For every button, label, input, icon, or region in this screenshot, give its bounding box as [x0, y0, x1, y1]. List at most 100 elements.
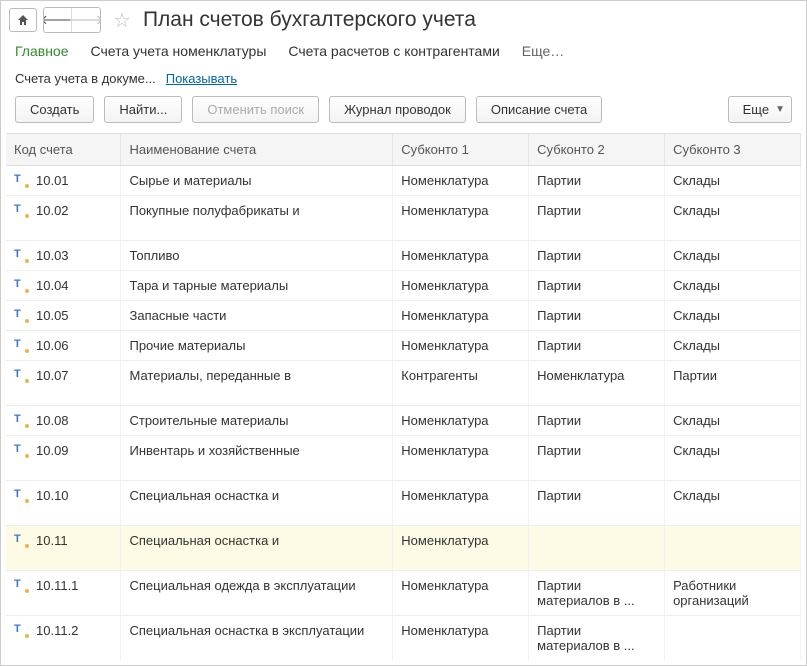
find-button[interactable]: Найти... — [104, 96, 182, 123]
cell-s2: Партии — [529, 301, 665, 331]
account-icon — [14, 534, 28, 548]
table-row[interactable]: 10.03ТопливоНоменклатураПартииСклады — [6, 241, 801, 271]
cell-name: Специальная одежда в эксплуатации — [121, 571, 393, 616]
cell-name: Строительные материалы — [121, 406, 393, 436]
cell-code: 10.05 — [36, 308, 69, 323]
cell-s3: Склады — [665, 196, 801, 241]
cell-s1: Номенклатура — [393, 271, 529, 301]
col-name[interactable]: Наименование счета — [121, 134, 393, 166]
create-button[interactable]: Создать — [15, 96, 94, 123]
cell-code: 10.11.1 — [36, 578, 78, 593]
cell-s2: Партии — [529, 331, 665, 361]
forward-button: 🡒 — [72, 8, 100, 32]
cell-s1: Номенклатура — [393, 571, 529, 616]
cell-code: 10.03 — [36, 248, 69, 263]
journal-button[interactable]: Журнал проводок — [329, 96, 466, 123]
cell-s1: Номенклатура — [393, 616, 529, 661]
cell-s2 — [529, 526, 665, 571]
col-code[interactable]: Код счета — [6, 134, 121, 166]
cell-s1: Номенклатура — [393, 196, 529, 241]
cell-name: Инвентарь и хозяйственные — [121, 436, 393, 481]
cell-s3: Работники организаций — [665, 571, 801, 616]
table-row[interactable]: 10.02 Покупные полуфабрикаты иНоменклатур… — [6, 196, 801, 241]
cell-s1: Номенклатура — [393, 166, 529, 196]
table-row[interactable]: 10.01Сырье и материалыНоменклатураПартии… — [6, 166, 801, 196]
table-row[interactable]: 10.08 Строительные материалыНоменклатураП… — [6, 406, 801, 436]
cell-s2: Партии материалов в ... — [529, 616, 665, 661]
account-icon — [14, 174, 28, 188]
cell-s2: Номенклатура — [529, 361, 665, 406]
cell-s3 — [665, 616, 801, 661]
cell-code: 10.02 — [36, 203, 69, 218]
cell-s3: Партии — [665, 361, 801, 406]
col-s3[interactable]: Субконто 3 — [665, 134, 801, 166]
cell-name: Прочие материалы — [121, 331, 393, 361]
cell-s1: Номенклатура — [393, 331, 529, 361]
table-row[interactable]: 10.07Материалы, переданные вКонтрагентыН… — [6, 361, 801, 406]
table-row[interactable]: 10.05 Запасные частиНоменклатураПартииСкл… — [6, 301, 801, 331]
cell-s1: Номенклатура — [393, 406, 529, 436]
account-icon — [14, 204, 28, 218]
cell-s2: Партии — [529, 271, 665, 301]
description-button[interactable]: Описание счета — [476, 96, 602, 123]
table-row[interactable]: 10.06 Прочие материалыНоменклатураПартииС… — [6, 331, 801, 361]
table-row[interactable]: 10.10Специальная оснастка иНоменклатураП… — [6, 481, 801, 526]
cell-name: Специальная оснастка и — [121, 481, 393, 526]
cell-s2: Партии материалов в ... — [529, 571, 665, 616]
cell-name: Сырье и материалы — [121, 166, 393, 196]
cell-name: Топливо — [121, 241, 393, 271]
cell-s3: Склады — [665, 406, 801, 436]
cell-code: 10.11 — [36, 533, 68, 548]
cell-code: 10.06 — [36, 338, 69, 353]
cell-s3: Склады — [665, 301, 801, 331]
page-title: План счетов бухгалтерского учета — [143, 8, 476, 32]
table-row[interactable]: 10.09Инвентарь и хозяйственныеНоменклату… — [6, 436, 801, 481]
table-row[interactable]: 10.11Специальная оснастка иНоменклатура — [6, 526, 801, 571]
account-icon — [14, 489, 28, 503]
cancel-search-button: Отменить поиск — [192, 96, 319, 123]
table-row[interactable]: 10.04 Тара и тарные материалыНоменклатура… — [6, 271, 801, 301]
cell-s1: Номенклатура — [393, 241, 529, 271]
cell-name: Тара и тарные материалы — [121, 271, 393, 301]
cell-code: 10.04 — [36, 278, 69, 293]
cell-s2: Партии — [529, 406, 665, 436]
cell-s1: Номенклатура — [393, 301, 529, 331]
cell-s1: Номенклатура — [393, 481, 529, 526]
cell-code: 10.09 — [36, 443, 69, 458]
cell-code: 10.10 — [36, 488, 69, 503]
tab-nomenclature[interactable]: Счета учета номенклатуры — [91, 43, 267, 59]
account-icon — [14, 414, 28, 428]
cell-code: 10.08 — [36, 413, 69, 428]
cell-s2: Партии — [529, 436, 665, 481]
tab-more[interactable]: Еще… — [522, 43, 565, 59]
home-button[interactable] — [9, 8, 37, 32]
cell-name: Покупные полуфабрикаты и — [121, 196, 393, 241]
account-icon — [14, 579, 28, 593]
account-icon — [14, 309, 28, 323]
col-s1[interactable]: Субконто 1 — [393, 134, 529, 166]
account-icon — [14, 249, 28, 263]
cell-code: 10.11.2 — [36, 623, 78, 638]
cell-s3: Склады — [665, 331, 801, 361]
account-icon — [14, 339, 28, 353]
account-icon — [14, 624, 28, 638]
favorite-icon[interactable]: ☆ — [113, 8, 131, 33]
chevron-down-icon: ▼ — [775, 104, 785, 115]
cell-name: Запасные части — [121, 301, 393, 331]
more-button[interactable]: Еще▼ — [728, 96, 792, 123]
cell-s3: Склады — [665, 166, 801, 196]
tab-contractors[interactable]: Счета расчетов с контрагентами — [288, 43, 499, 59]
cell-s2: Партии — [529, 241, 665, 271]
cell-s2: Партии — [529, 166, 665, 196]
cell-name: Материалы, переданные в — [121, 361, 393, 406]
table-row[interactable]: 10.11.1 Специальная одежда в эксплуатации… — [6, 571, 801, 616]
col-s2[interactable]: Субконто 2 — [529, 134, 665, 166]
subline-label: Счета учета в докуме... — [15, 71, 156, 86]
table-row[interactable]: 10.11.2Специальная оснастка в эксплуатац… — [6, 616, 801, 661]
accounts-table[interactable]: Код счета Наименование счета Субконто 1 … — [6, 134, 801, 660]
show-link[interactable]: Показывать — [166, 71, 237, 86]
account-icon — [14, 279, 28, 293]
cell-s1: Контрагенты — [393, 361, 529, 406]
tab-main[interactable]: Главное — [15, 43, 69, 59]
cell-s2: Партии — [529, 196, 665, 241]
